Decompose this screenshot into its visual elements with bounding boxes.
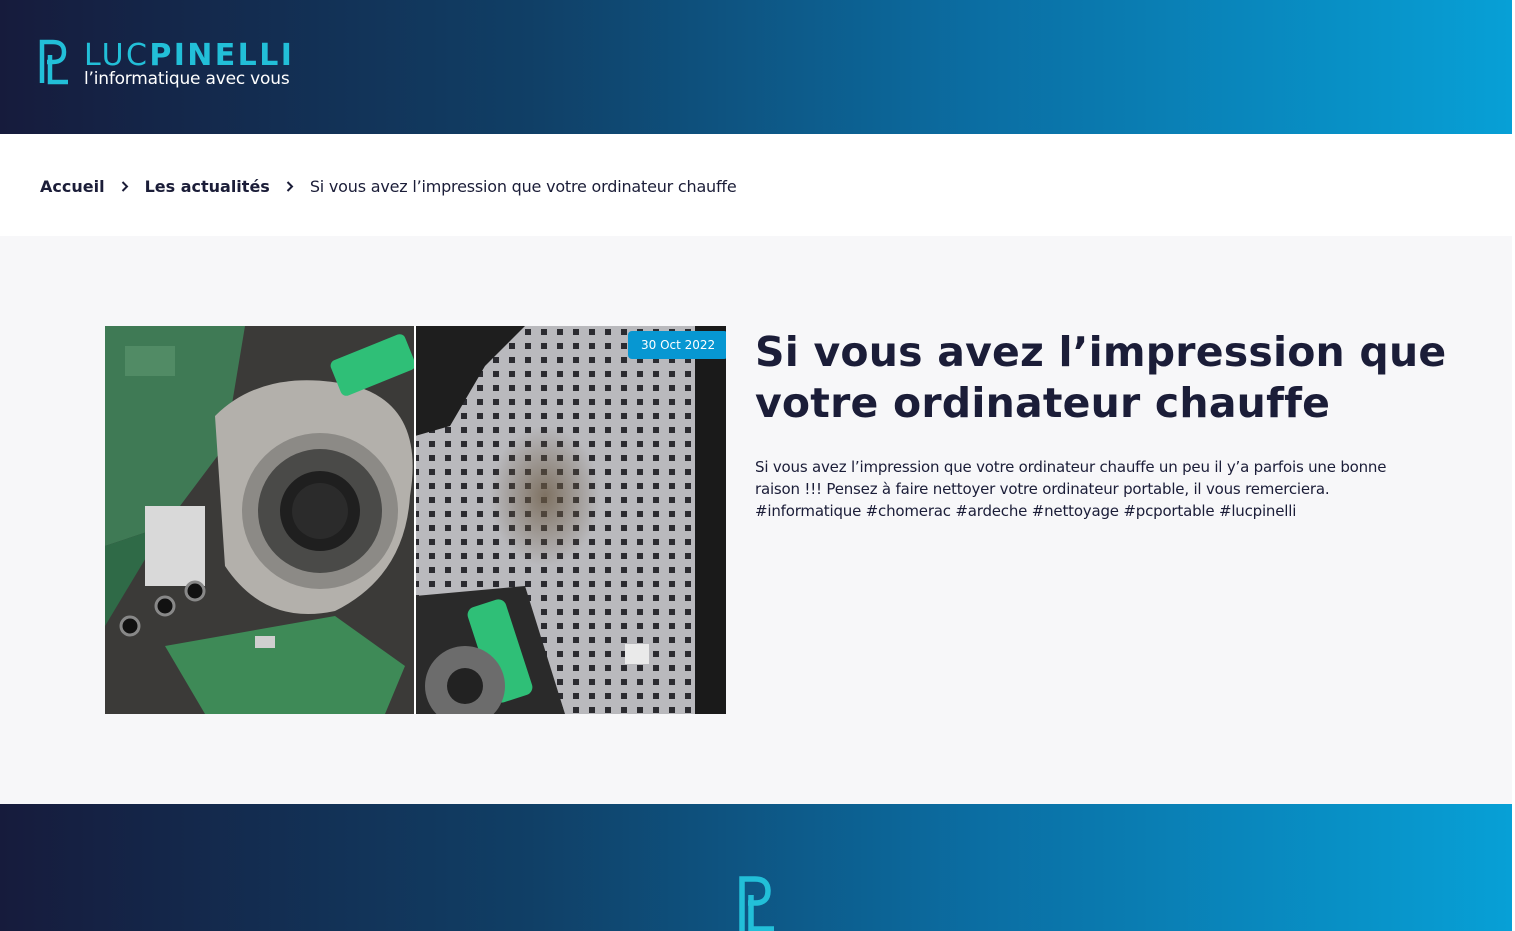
post-body: Si vous avez l’impression que votre ordi… bbox=[755, 458, 1387, 520]
brand-name-bold: PINELLI bbox=[149, 38, 295, 73]
breadcrumb-news-link[interactable]: Les actualités bbox=[145, 177, 270, 196]
photo-illustration bbox=[105, 326, 726, 714]
brand-name: LUCPINELLI bbox=[84, 40, 294, 71]
logo-text: LUCPINELLI l’informatique avec vous bbox=[84, 40, 294, 88]
pl-monogram-icon bbox=[739, 876, 774, 931]
site-logo[interactable]: LUCPINELLI l’informatique avec vous bbox=[39, 39, 294, 88]
brand-name-light: LUC bbox=[84, 38, 150, 73]
breadcrumb-home-link[interactable]: Accueil bbox=[40, 177, 105, 196]
post-title: Si vous avez l’impression que votre ordi… bbox=[755, 328, 1447, 427]
post-date-badge: 30 Oct 2022 bbox=[628, 331, 726, 359]
article-section: 30 Oct 2022 Si vous avez l’impression qu… bbox=[0, 236, 1512, 804]
breadcrumb: Accueil Les actualités Si vous avez l’im… bbox=[40, 174, 737, 198]
chevron-right-icon bbox=[286, 180, 294, 192]
chevron-right-icon bbox=[121, 180, 128, 192]
site-header: LUCPINELLI l’informatique avec vous bbox=[0, 0, 1512, 134]
laptop-cleaning-photo[interactable]: 30 Oct 2022 bbox=[105, 326, 726, 714]
brand-tagline: l’informatique avec vous bbox=[84, 69, 290, 89]
pl-monogram-icon bbox=[39, 39, 68, 85]
site-footer bbox=[0, 804, 1512, 931]
breadcrumb-current: Si vous avez l’impression que votre ordi… bbox=[309, 176, 737, 196]
